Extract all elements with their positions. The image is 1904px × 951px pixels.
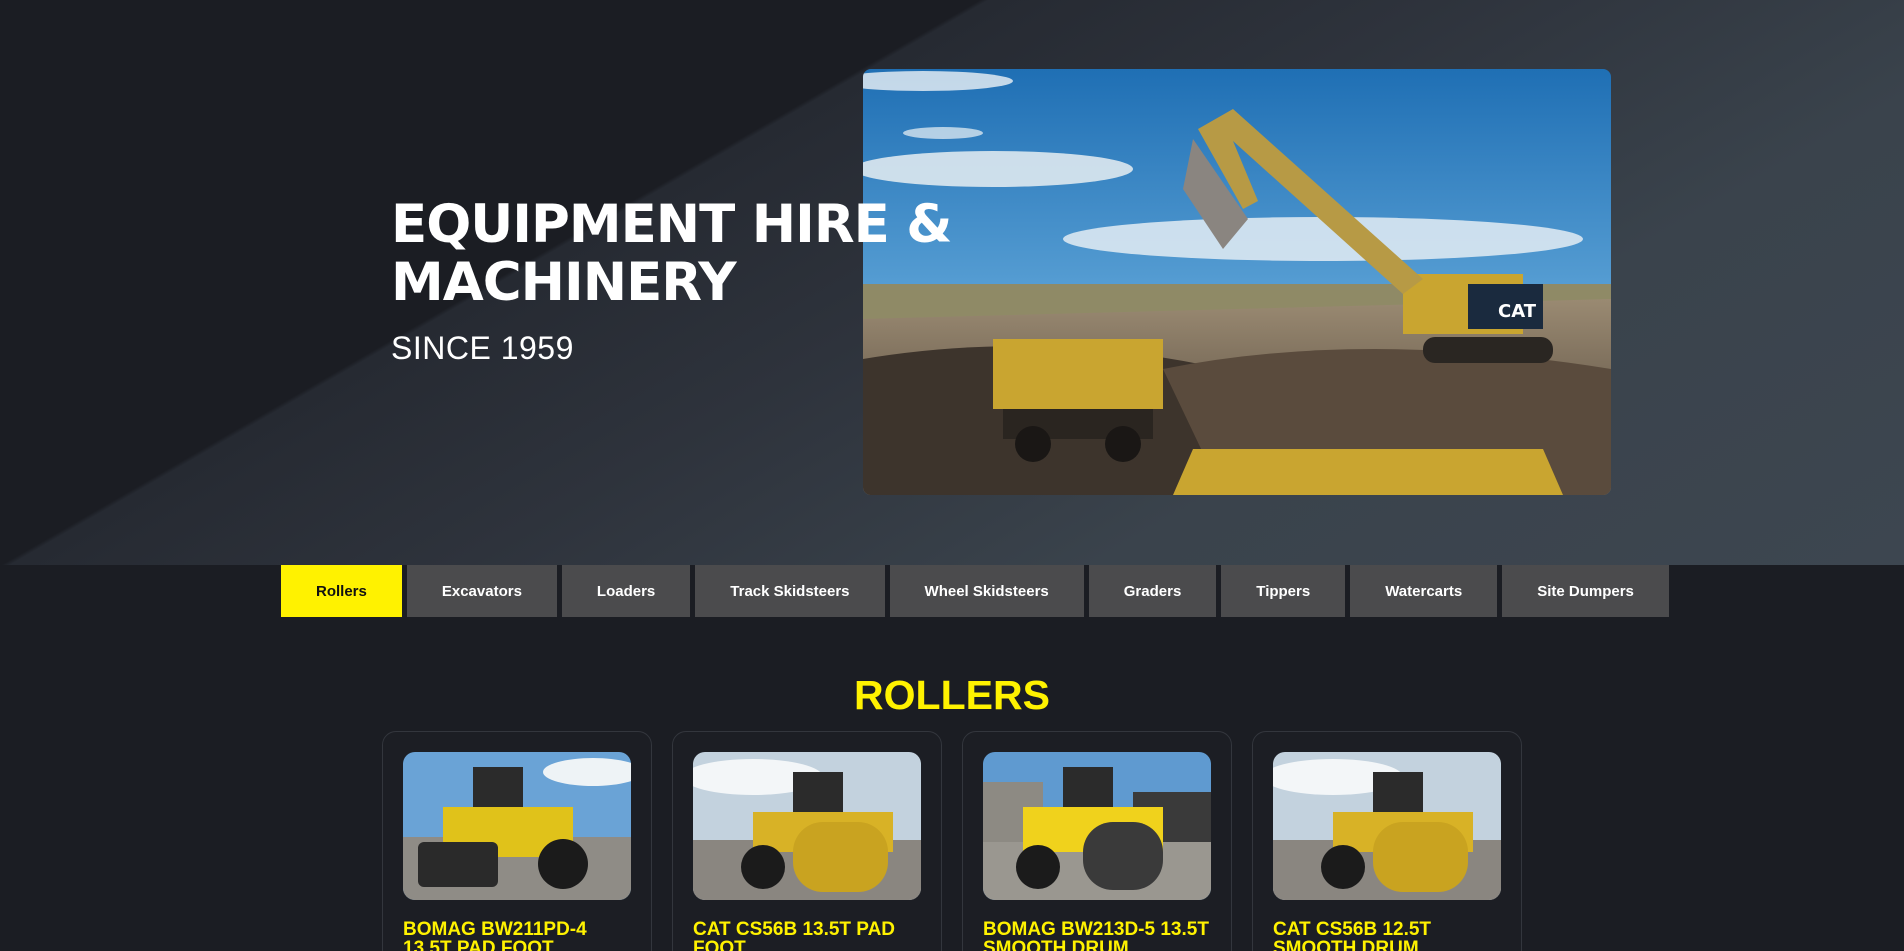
tab-excavators[interactable]: Excavators — [406, 565, 557, 617]
product-card[interactable]: BOMAG BW213D-5 13.5T SMOOTH DRUM — [962, 731, 1232, 951]
hero-section: EQUIPMENT HIRE & MACHINERY SINCE 1959 CA… — [0, 0, 1904, 565]
product-title: BOMAG BW211PD-4 13.5T PAD FOOT — [403, 919, 587, 951]
tab-loaders[interactable]: Loaders — [561, 565, 691, 617]
product-card[interactable]: BOMAG BW211PD-4 13.5T PAD FOOT — [382, 731, 652, 951]
hero-subtitle: SINCE 1959 — [391, 330, 574, 366]
product-title: CAT CS56B 13.5T PAD FOOT — [693, 919, 896, 951]
hero-image-excavator: CAT — [863, 69, 1611, 495]
product-title: BOMAG BW213D-5 13.5T SMOOTH DRUM — [983, 919, 1209, 951]
tab-site-dumpers[interactable]: Site Dumpers — [1502, 565, 1669, 617]
tab-watercarts[interactable]: Watercarts — [1350, 565, 1498, 617]
product-image[interactable] — [403, 752, 631, 900]
tab-tippers[interactable]: Tippers — [1221, 565, 1346, 617]
product-card[interactable]: CAT CS56B 13.5T PAD FOOT — [672, 731, 942, 951]
product-image[interactable] — [983, 752, 1211, 900]
product-card[interactable]: CAT CS56B 12.5T SMOOTH DRUM — [1252, 731, 1522, 951]
product-cards: BOMAG BW211PD-4 13.5T PAD FOOT CAT CS56B… — [382, 731, 1522, 951]
tab-wheel-skidsteers[interactable]: Wheel Skidsteers — [889, 565, 1084, 617]
product-image[interactable] — [1273, 752, 1501, 900]
tab-rollers[interactable]: Rollers — [281, 565, 402, 617]
hero-title: EQUIPMENT HIRE & MACHINERY — [391, 194, 953, 313]
tab-graders[interactable]: Graders — [1088, 565, 1217, 617]
tab-track-skidsteers[interactable]: Track Skidsteers — [695, 565, 885, 617]
section-title: ROLLERS — [854, 672, 1050, 718]
page: EQUIPMENT HIRE & MACHINERY SINCE 1959 CA… — [0, 0, 1904, 951]
category-tabs: Rollers Excavators Loaders Track Skidste… — [281, 565, 1669, 617]
svg-text:CAT: CAT — [1498, 301, 1537, 322]
product-image[interactable] — [693, 752, 921, 900]
product-title: CAT CS56B 12.5T SMOOTH DRUM — [1273, 919, 1432, 951]
